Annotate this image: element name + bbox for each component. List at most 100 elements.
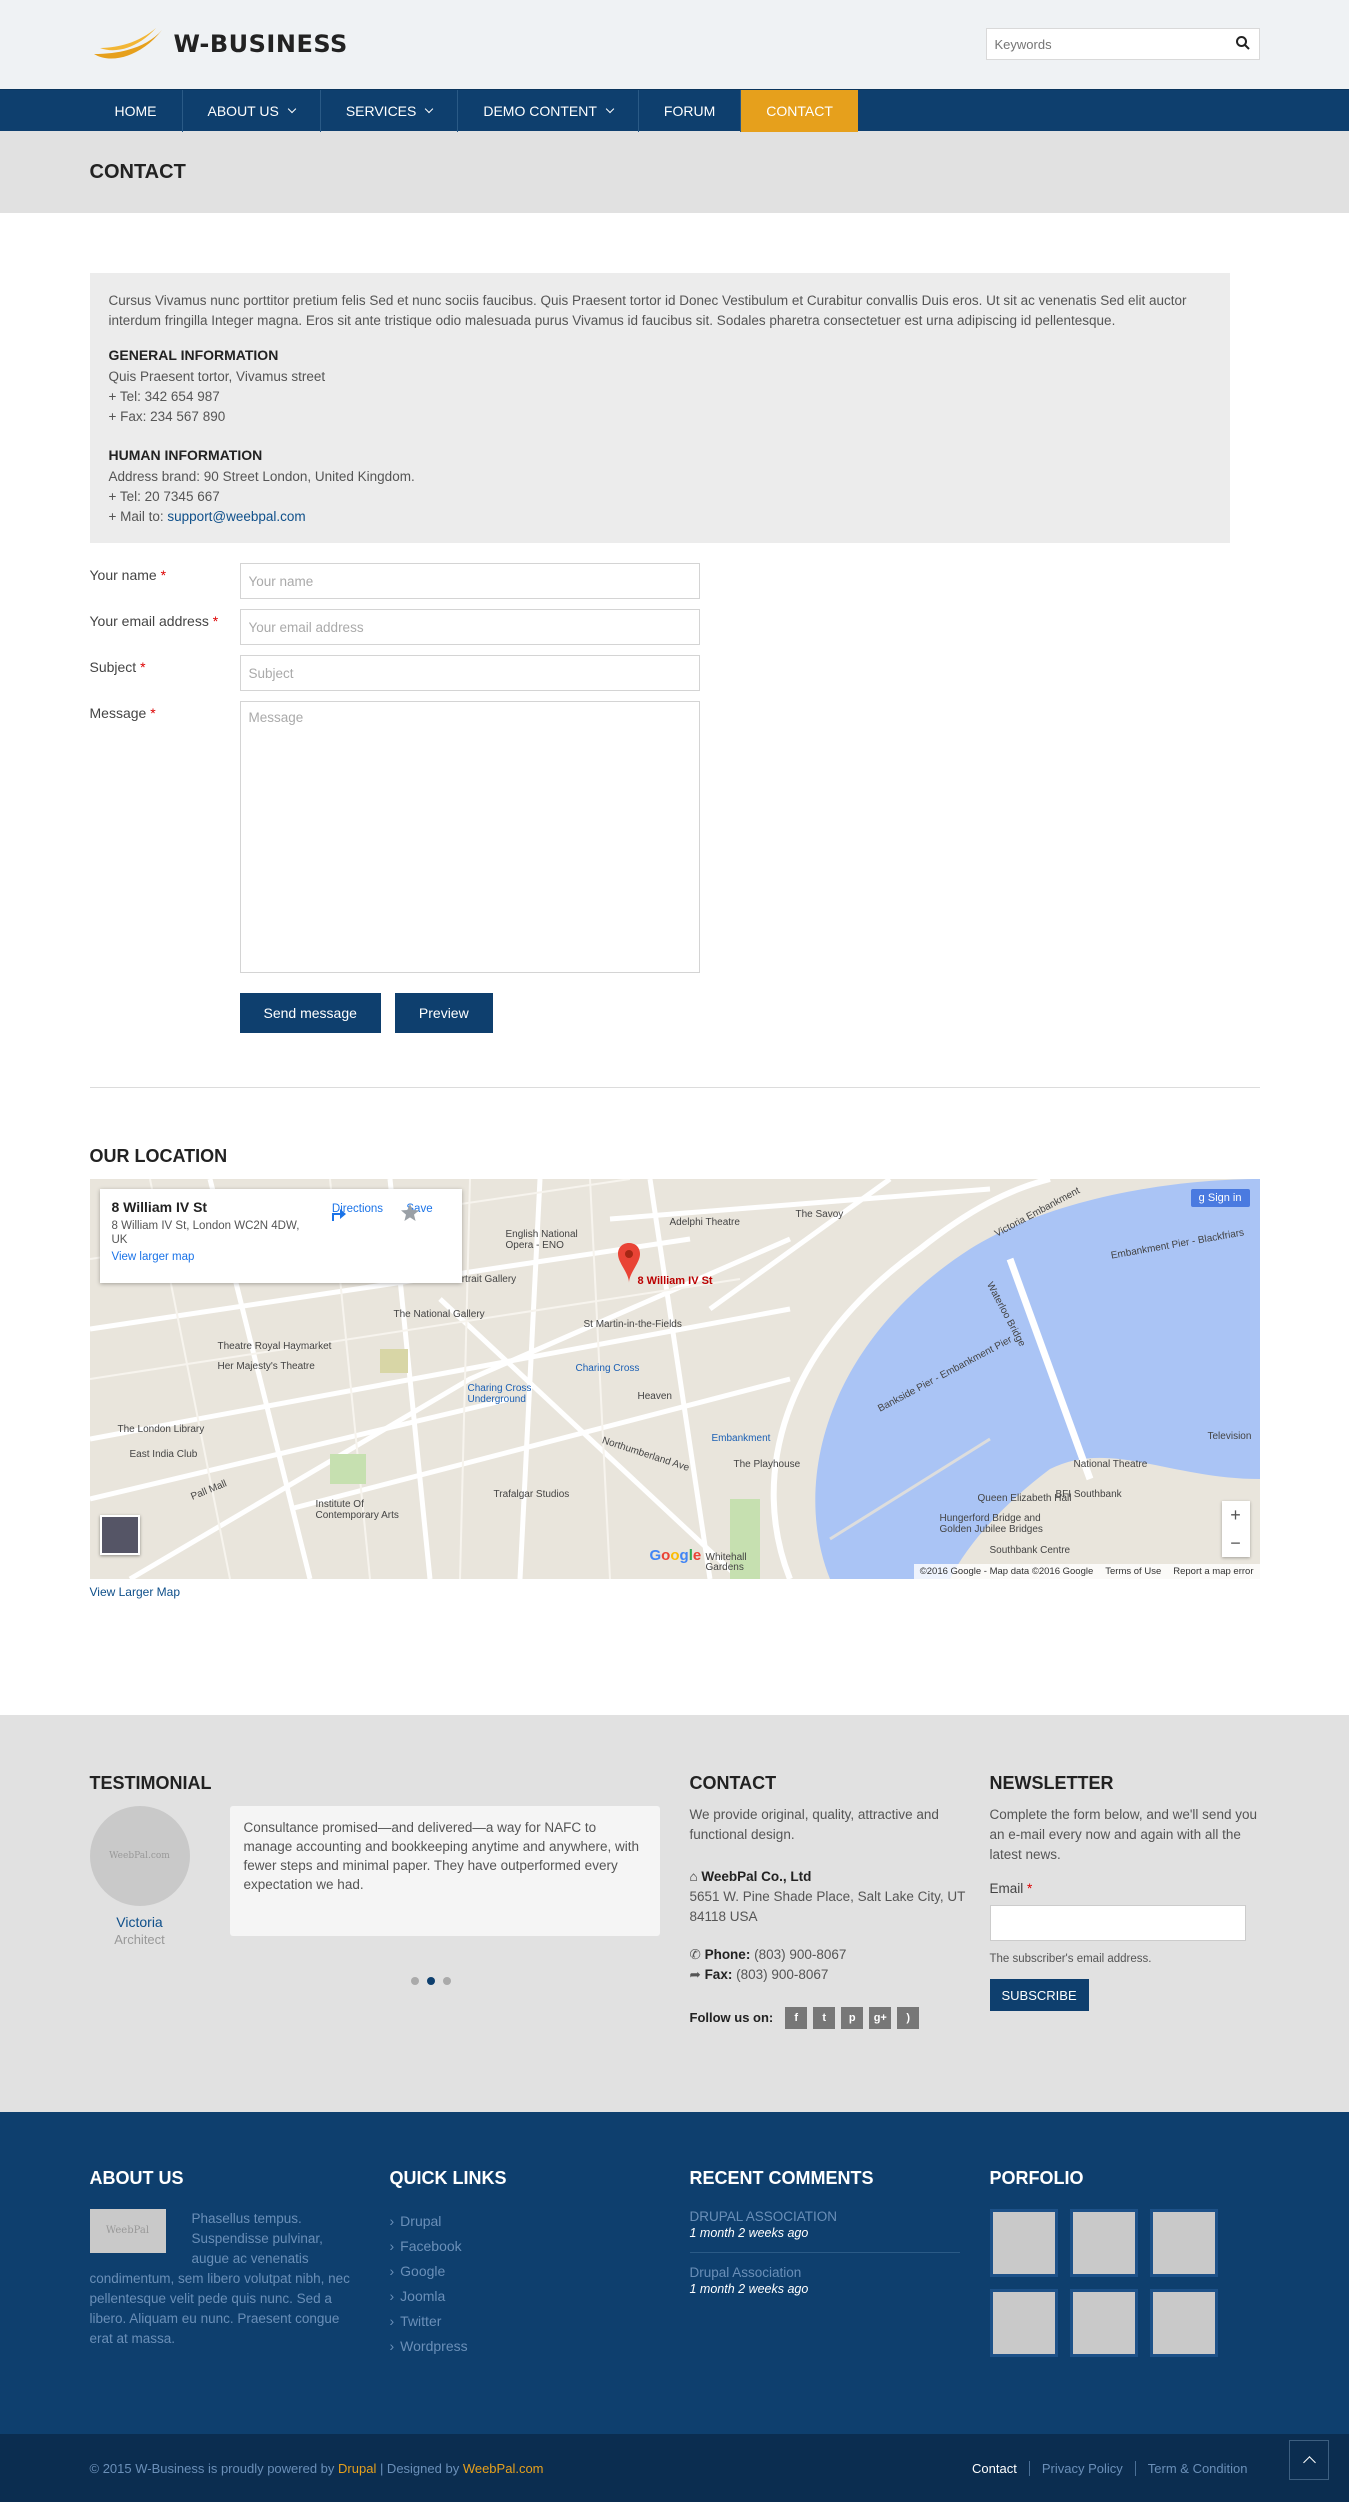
map-label: National Theatre [1073,1459,1148,1470]
view-larger-map-bottom-link[interactable]: View Larger Map [90,1585,1260,1599]
home-icon: ⌂ [689,1869,702,1884]
carousel-dot-active[interactable] [426,1977,435,1985]
quick-link-twitter[interactable]: Twitter [390,2309,690,2334]
search-icon[interactable] [1235,35,1251,51]
footer-link-contact[interactable]: Contact [960,2461,1029,2476]
name-label: Your name * [90,563,240,599]
subject-field[interactable] [239,655,700,691]
map-info-card: 8 William IV St 8 William IV St, London … [99,1189,462,1283]
portfolio-thumb[interactable] [1149,2209,1218,2277]
nav-item-label: CONTACT [766,103,833,119]
main-navigation: HOME ABOUT US SERVICES DEMO CONTENT FORU… [0,89,1349,132]
portfolio-thumb[interactable] [1069,2289,1138,2357]
search-input[interactable] [986,29,1217,59]
footer-contact-title: CONTACT [689,1773,777,1793]
contact-intro: Cursus Vivamus nunc porttitor pretium fe… [108,293,1187,328]
directions-icon [331,1209,346,1221]
name-row: Your name * [90,563,1260,599]
send-message-button[interactable]: Send message [239,993,381,1033]
footer-link-privacy[interactable]: Privacy Policy [1028,2460,1135,2476]
comment-title-link[interactable]: DRUPAL ASSOCIATION [690,2209,960,2224]
nav-item-demo-content[interactable]: DEMO CONTENT [458,90,639,132]
drupal-link[interactable]: Drupal [338,2461,376,2476]
map-label: Heaven [637,1391,672,1402]
footer-bottom: ABOUT US WeebPal Phasellus tempus. Suspe… [0,2112,1349,2434]
newsletter-hint: The subscriber's email address. [989,1953,1152,1965]
fax-number: (803) 900-8067 [736,1967,829,1982]
carousel-dot[interactable] [442,1977,451,1985]
human-info-mail: + Mail to: support@weebpal.com [109,507,1211,527]
contact-info-box: Cursus Vivamus nunc porttitor pretium fe… [89,273,1230,543]
newsletter-email-label-text: Email [989,1881,1024,1896]
nav-item-forum[interactable]: FORUM [639,90,742,132]
comment-time: 1 month 2 weeks ago [689,2226,809,2240]
map-sign-in-button[interactable]: g Sign in [1190,1189,1250,1207]
weebpal-link[interactable]: WeebPal.com [463,2461,544,2476]
testimonial-role: Architect [114,1932,165,1947]
name-field[interactable] [239,563,700,599]
quick-link-drupal[interactable]: Drupal [390,2209,690,2234]
nav-item-services[interactable]: SERVICES [321,90,459,132]
map-label: East India Club [129,1449,198,1460]
portfolio-grid [989,2209,1260,2357]
star-icon [400,1204,419,1221]
footer-link-terms[interactable]: Term & Condition [1134,2460,1260,2476]
email-label-text: Your email address [89,613,209,629]
carousel-dot[interactable] [410,1977,419,1985]
directions-button[interactable]: Directions [328,1203,388,1221]
quick-link-joomla[interactable]: Joomla [390,2284,690,2309]
zoom-out-button[interactable]: − [1222,1529,1250,1557]
site-logo[interactable]: W-BUSINESS [90,24,348,64]
newsletter-email-field[interactable] [989,1905,1246,1941]
preview-button[interactable]: Preview [394,993,493,1033]
terms-of-use-link[interactable]: Terms of Use [1105,1566,1161,1577]
map-label: Her Majesty's Theatre [217,1361,315,1372]
email-field[interactable] [239,609,700,645]
phone-number: (803) 900-8067 [754,1947,847,1962]
map-label: Trafalgar Studios [493,1489,570,1500]
pinterest-icon[interactable]: p [841,2007,864,2029]
portfolio-thumb[interactable] [989,2209,1058,2277]
back-to-top-button[interactable] [1289,2440,1329,2480]
about-body: WeebPal Phasellus tempus. Suspendisse pu… [89,2209,360,2349]
save-button[interactable]: Save [400,1203,440,1221]
support-email-link[interactable]: support@weebpal.com [167,509,305,524]
newsletter-section: NEWSLETTER Complete the form below, and … [989,1773,1260,2029]
phone-line: ✆ Phone: (803) 900-8067 [690,1945,990,1965]
facebook-icon[interactable]: f [785,2007,808,2029]
portfolio-thumb[interactable] [1149,2289,1218,2357]
chevron-down-icon [605,104,615,114]
message-field[interactable] [239,701,700,973]
nav-item-home[interactable]: HOME [90,90,183,132]
company-name: ⌂ WeebPal Co., Ltd [690,1867,990,1887]
quick-link-facebook[interactable]: Facebook [390,2234,690,2259]
about-title: ABOUT US [89,2168,184,2188]
map-pin-label: 8 William IV St [637,1275,713,1287]
company-name-text: WeebPal Co., Ltd [701,1869,812,1884]
twitter-icon[interactable]: t [813,2007,836,2029]
portfolio-thumb[interactable] [989,2289,1058,2357]
comment-title-link[interactable]: Drupal Association [690,2265,960,2280]
report-map-error-link[interactable]: Report a map error [1173,1566,1253,1577]
nav-item-about-us[interactable]: ABOUT US [183,90,321,132]
nav-item-contact[interactable]: CONTACT [741,90,858,132]
google-plus-icon[interactable]: g+ [869,2007,892,2029]
testimonial-author: WeebPal.com Victoria Architect [89,1806,190,1947]
view-larger-map-link[interactable]: View larger map [112,1251,450,1263]
share-icon: ➦ [689,1967,705,1982]
satellite-toggle[interactable] [99,1515,140,1555]
about-section: ABOUT US WeebPal Phasellus tempus. Suspe… [89,2168,390,2359]
zoom-in-button[interactable]: + [1222,1501,1250,1529]
newsletter-email-label: Email * [990,1879,1260,1899]
location-map[interactable]: The Savoy Adelphi Theatre English Nation… [89,1179,1260,1579]
portfolio-thumb[interactable] [1069,2209,1138,2277]
subject-row: Subject * [90,655,1260,691]
quick-link-wordpress[interactable]: Wordpress [390,2334,690,2359]
rss-icon[interactable]: ) [897,2007,920,2029]
subject-label: Subject * [90,655,240,691]
subscribe-button[interactable]: SUBSCRIBE [989,1979,1089,2011]
testimonial-body: WeebPal.com Victoria Architect Consultan… [89,1806,690,1947]
testimonial-title: TESTIMONIAL [89,1773,212,1793]
quick-link-google[interactable]: Google [390,2259,690,2284]
company-address: 5651 W. Pine Shade Place, Salt Lake City… [689,1889,966,1924]
